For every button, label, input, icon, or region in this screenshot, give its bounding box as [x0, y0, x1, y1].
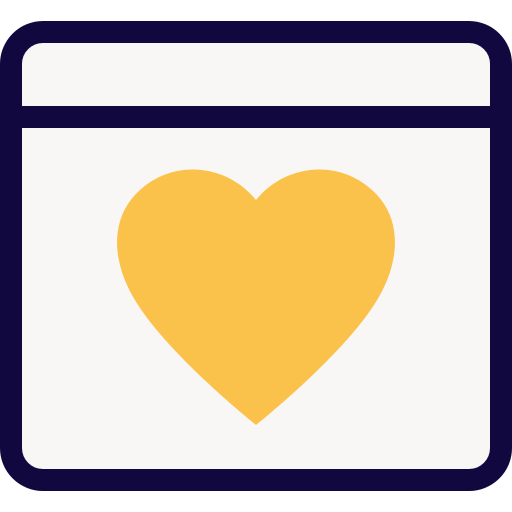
browser-window-heart-icon: [0, 21, 512, 491]
icon-canvas: [0, 0, 512, 512]
